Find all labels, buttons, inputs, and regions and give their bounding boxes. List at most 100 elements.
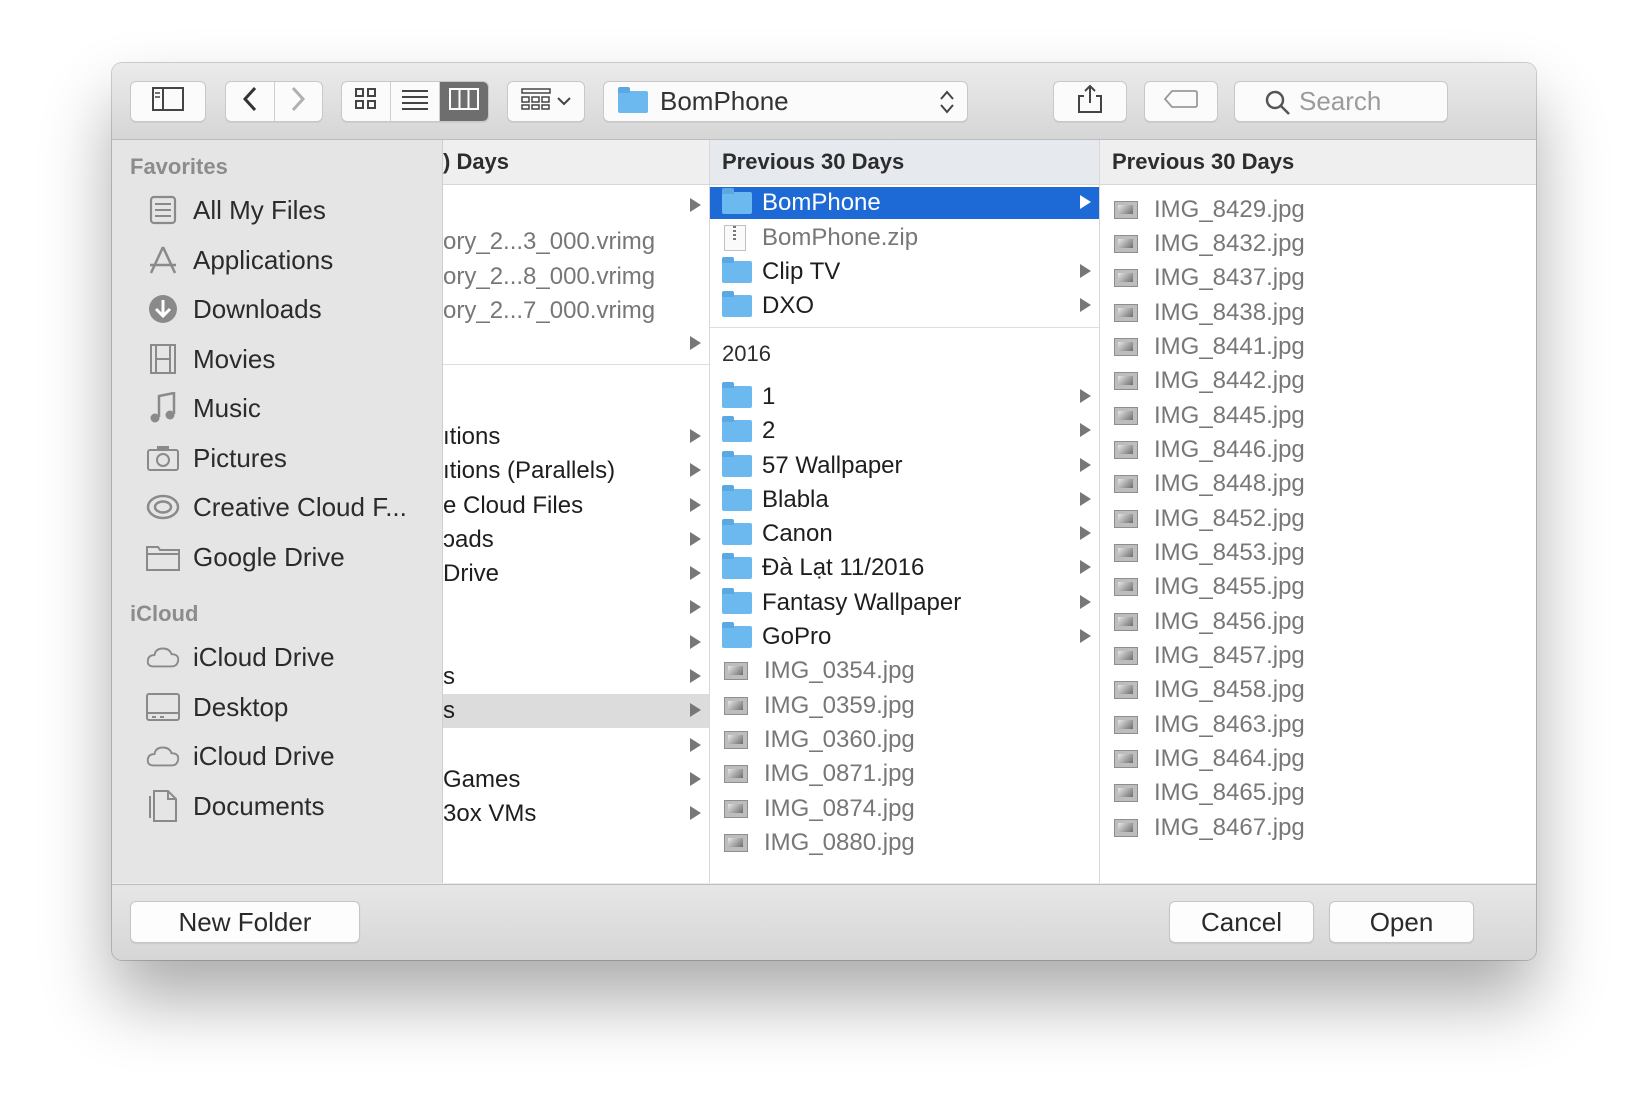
sidebar-item-icloud-drive[interactable]: iCloud Drive: [146, 637, 335, 677]
list-item[interactable]: [443, 591, 709, 625]
search-field[interactable]: Search: [1234, 81, 1448, 122]
list-item[interactable]: IMG_8463.jpg: [1100, 708, 1536, 742]
list-view-button[interactable]: [390, 82, 438, 121]
sidebar-item-music[interactable]: Music: [146, 388, 261, 428]
list-item[interactable]: IMG_8448.jpg: [1100, 467, 1536, 501]
cancel-button[interactable]: Cancel: [1169, 901, 1314, 943]
updown-arrows-icon: [939, 90, 955, 121]
column-view-button[interactable]: [438, 82, 488, 121]
share-button[interactable]: [1053, 81, 1127, 122]
list-item[interactable]: IMG_8437.jpg: [1100, 261, 1536, 295]
column-1-header: ) Days: [443, 140, 709, 185]
new-folder-button[interactable]: New Folder: [130, 901, 360, 943]
sidebar-item-creative-cloud[interactable]: Creative Cloud F...: [146, 487, 407, 527]
sidebar-item-icloud-drive-2[interactable]: iCloud Drive: [146, 736, 335, 776]
list-item[interactable]: IMG_8455.jpg: [1100, 570, 1536, 604]
list-item[interactable]: 1: [710, 380, 1099, 414]
list-item[interactable]: ory_2...3_000.vrimg: [443, 225, 709, 259]
sidebar-item-documents[interactable]: Documents: [146, 786, 325, 826]
location-popup[interactable]: BomPhone: [603, 81, 968, 122]
sidebar-item-label: Applications: [193, 244, 334, 275]
icon-view-button[interactable]: [342, 82, 390, 121]
sidebar-item-applications[interactable]: Applications: [146, 240, 333, 280]
list-item[interactable]: IMG_8453.jpg: [1100, 536, 1536, 570]
sidebar-item-desktop[interactable]: Desktop: [146, 687, 288, 727]
list-item[interactable]: Games: [443, 763, 709, 797]
disclosure-arrow-icon: [1080, 629, 1091, 643]
list-item[interactable]: IMG_8438.jpg: [1100, 296, 1536, 330]
list-item[interactable]: Đà Lạt 11/2016: [710, 551, 1099, 585]
list-item[interactable]: [443, 626, 709, 660]
list-item[interactable]: Canon: [710, 517, 1099, 551]
view-mode-control: [341, 81, 489, 122]
list-item[interactable]: 57 Wallpaper: [710, 449, 1099, 483]
list-item[interactable]: 2: [710, 414, 1099, 448]
list-item[interactable]: [443, 189, 709, 223]
open-button[interactable]: Open: [1329, 901, 1474, 943]
list-item-path-selected[interactable]: s: [443, 694, 709, 728]
list-item[interactable]: ory_2...8_000.vrimg: [443, 260, 709, 294]
list-item[interactable]: IMG_8465.jpg: [1100, 776, 1536, 810]
chevron-left-icon: [242, 86, 258, 117]
list-item[interactable]: Fantasy Wallpaper: [710, 586, 1099, 620]
list-item[interactable]: ıtions: [443, 420, 709, 454]
list-item[interactable]: IMG_8456.jpg: [1100, 605, 1536, 639]
pictures-icon: [146, 441, 180, 475]
list-item[interactable]: IMG_8467.jpg: [1100, 811, 1536, 845]
list-item-bomphone[interactable]: BomPhone: [710, 187, 1099, 219]
sidebar: Favorites All My Files Applications Down…: [112, 140, 443, 883]
list-item[interactable]: IMG_8442.jpg: [1100, 364, 1536, 398]
disclosure-arrow-icon: [1080, 526, 1091, 540]
list-item[interactable]: IMG_8446.jpg: [1100, 433, 1536, 467]
list-item[interactable]: 3ox VMs: [443, 797, 709, 831]
disclosure-arrow-icon: [690, 198, 701, 212]
list-item[interactable]: IMG_8441.jpg: [1100, 330, 1536, 364]
list-item[interactable]: GoPro: [710, 620, 1099, 654]
applications-icon: [146, 243, 180, 277]
list-item[interactable]: IMG_0874.jpg: [710, 792, 1099, 826]
list-item[interactable]: Clip TV: [710, 255, 1099, 289]
disclosure-arrow-icon: [1080, 492, 1091, 506]
tags-button[interactable]: [1144, 81, 1218, 122]
list-item[interactable]: Drive: [443, 557, 709, 591]
list-item[interactable]: IMG_0880.jpg: [710, 826, 1099, 860]
list-item[interactable]: DXO: [710, 289, 1099, 323]
list-item[interactable]: Blabla: [710, 483, 1099, 517]
disclosure-arrow-icon: [690, 429, 701, 443]
forward-button[interactable]: [273, 82, 322, 121]
list-item[interactable]: BomPhone.zip: [710, 221, 1099, 255]
list-item[interactable]: ory_2...7_000.vrimg: [443, 294, 709, 328]
section-divider: [710, 327, 1099, 328]
list-item[interactable]: IMG_8457.jpg: [1100, 639, 1536, 673]
list-item[interactable]: [443, 729, 709, 763]
disclosure-arrow-icon: [1080, 264, 1091, 278]
list-item[interactable]: IMG_0360.jpg: [710, 723, 1099, 757]
disclosure-arrow-icon: [1080, 560, 1091, 574]
back-button[interactable]: [226, 82, 274, 121]
arrange-button[interactable]: [507, 81, 585, 122]
list-item[interactable]: s: [443, 660, 709, 694]
disclosure-arrow-icon: [1080, 195, 1091, 209]
list-item[interactable]: IMG_8458.jpg: [1100, 673, 1536, 707]
list-item[interactable]: IMG_0359.jpg: [710, 689, 1099, 723]
list-item[interactable]: IMG_0354.jpg: [710, 654, 1099, 688]
sidebar-toggle-button[interactable]: [130, 81, 206, 122]
list-item[interactable]: IMG_8432.jpg: [1100, 227, 1536, 261]
list-item[interactable]: e Cloud Files: [443, 489, 709, 523]
sidebar-item-movies[interactable]: Movies: [146, 339, 275, 379]
disclosure-arrow-icon: [1080, 595, 1091, 609]
list-item[interactable]: IMG_0871.jpg: [710, 757, 1099, 791]
sidebar-item-google-drive[interactable]: Google Drive: [146, 537, 345, 577]
list-item[interactable]: ıtions (Parallels): [443, 454, 709, 488]
sidebar-item-pictures[interactable]: Pictures: [146, 438, 287, 478]
list-item[interactable]: IMG_8464.jpg: [1100, 742, 1536, 776]
sidebar-item-all-my-files[interactable]: All My Files: [146, 190, 326, 230]
list-item[interactable]: IMG_8445.jpg: [1100, 399, 1536, 433]
sidebar-item-downloads[interactable]: Downloads: [146, 289, 322, 329]
share-icon: [1077, 84, 1103, 119]
list-item[interactable]: IMG_8452.jpg: [1100, 502, 1536, 536]
list-item[interactable]: ɔads: [443, 523, 709, 557]
list-item[interactable]: IMG_8429.jpg: [1100, 193, 1536, 227]
disclosure-arrow-icon: [690, 703, 701, 717]
list-item[interactable]: [443, 327, 709, 361]
